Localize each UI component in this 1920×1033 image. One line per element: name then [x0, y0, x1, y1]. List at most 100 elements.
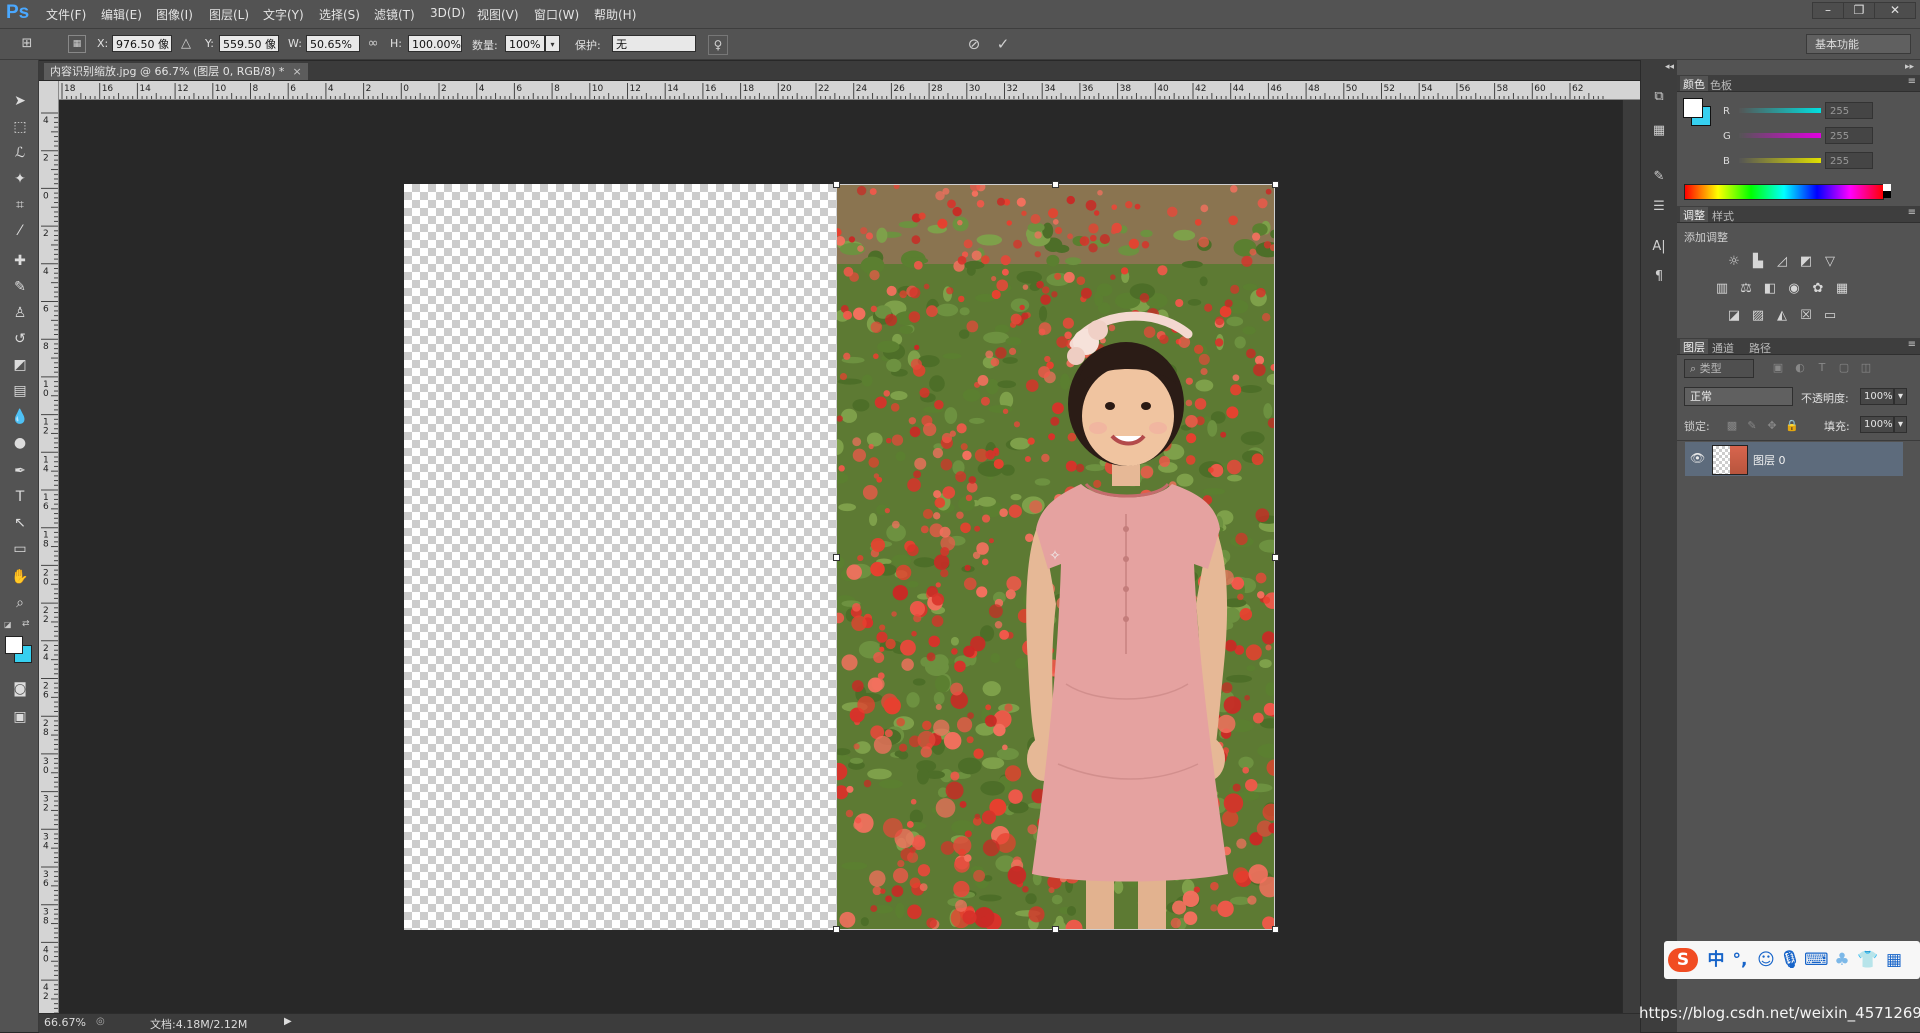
fill-field[interactable]: 100% [1860, 416, 1894, 433]
amount-dropdown-icon[interactable]: ▾ [545, 35, 560, 52]
collapse-panels-icon[interactable]: ▸▸ [1905, 62, 1914, 72]
vertical-ruler[interactable]: 4202468101214161820222426283032343638404… [39, 81, 59, 1013]
invert-icon[interactable]: ◪ [1725, 308, 1743, 324]
menu-view[interactable]: 视图(V) [477, 6, 519, 23]
brush-tool-icon[interactable]: ✎ [8, 276, 32, 298]
curves-icon[interactable]: ◿ [1773, 254, 1791, 270]
filter-adjustment-icon[interactable]: ◐ [1791, 360, 1809, 376]
brightness-contrast-icon[interactable]: ☼ [1725, 254, 1743, 270]
g-slider[interactable] [1739, 133, 1821, 138]
tool-preset-icon[interactable]: ⊞ [18, 35, 36, 53]
menu-filter[interactable]: 滤镜(T) [374, 6, 415, 23]
tab-paths[interactable]: 路径 [1749, 340, 1771, 356]
transform-handle-bottom-right[interactable] [1272, 926, 1279, 933]
toolbox-grid-icon[interactable]: ▦ [1882, 948, 1906, 972]
layer-thumbnail[interactable] [1712, 445, 1748, 475]
screen-mode-icon[interactable]: ▣ [8, 706, 32, 728]
history-panel-icon[interactable]: ⧉ [1648, 86, 1670, 108]
zoom-tool-icon[interactable]: ⌕ [8, 592, 32, 614]
shirt-icon[interactable]: 👕 [1856, 948, 1880, 972]
g-value[interactable]: 255 [1825, 127, 1873, 144]
color-panel-menu-icon[interactable]: ≡ [1908, 76, 1916, 87]
eyedropper-tool-icon[interactable]: ⁄ [8, 220, 32, 242]
fill-dropdown-icon[interactable]: ▾ [1894, 416, 1907, 433]
collapse-strip-icon[interactable]: ◂◂ [1665, 62, 1674, 72]
menu-type[interactable]: 文字(Y) [263, 6, 304, 23]
horizontal-ruler[interactable]: 18 16 14 12 10 8 6 4 2 0 2 4 6 8 10 12 14 16 18 20 22 24 26 28 3… [58, 81, 1640, 100]
levels-icon[interactable]: ▙ [1749, 254, 1767, 270]
filter-shape-icon[interactable]: ▢ [1835, 360, 1853, 376]
threshold-icon[interactable]: ◭ [1773, 308, 1791, 324]
delta-icon[interactable]: △ [177, 35, 195, 53]
link-icon[interactable]: ∞ [364, 35, 382, 53]
character-panel-icon[interactable]: A| [1648, 236, 1670, 258]
layer-filter-select[interactable]: ⌕ 类型 [1684, 359, 1754, 378]
menu-window[interactable]: 窗口(W) [534, 6, 579, 23]
close-window-button[interactable]: ✕ [1874, 2, 1916, 19]
spectrum-white-chip[interactable] [1883, 184, 1891, 191]
transform-handle-bottom-left[interactable] [833, 926, 840, 933]
layer-name[interactable]: 图层 0 [1753, 452, 1786, 468]
lock-position-icon[interactable]: ✥ [1763, 418, 1781, 434]
foreground-color-swatch[interactable] [5, 636, 23, 654]
input-mode-chinese[interactable]: 中 [1704, 948, 1728, 972]
opacity-field[interactable]: 100% [1860, 388, 1894, 405]
menu-layer[interactable]: 图层(L) [209, 6, 249, 23]
paragraph-panel-icon[interactable]: ¶ [1648, 266, 1670, 288]
exposure-icon[interactable]: ◩ [1797, 254, 1815, 270]
document-tab[interactable]: 内容识别缩放.jpg @ 66.7% (图层 0, RGB/8) * × [44, 63, 308, 80]
brush-panel-icon[interactable]: ✎ [1648, 166, 1670, 188]
amount-field[interactable]: 100% [505, 35, 545, 52]
marquee-tool-icon[interactable]: ⬚ [8, 116, 32, 138]
gradient-tool-icon[interactable]: ▤ [8, 380, 32, 402]
protect-select[interactable]: 无 [612, 35, 696, 52]
hand-tool-icon[interactable]: ✋ [8, 566, 32, 588]
swap-colors-icon[interactable]: ⇄ [22, 619, 32, 629]
tab-adjustments[interactable]: 调整 [1680, 207, 1708, 222]
keyboard-icon[interactable]: ⌨ [1804, 948, 1829, 972]
color-panel-foreground-swatch[interactable] [1683, 98, 1703, 118]
lock-transparency-icon[interactable]: ▩ [1723, 418, 1741, 434]
default-colors-icon[interactable]: ◪ [4, 620, 14, 630]
r-value[interactable]: 255 [1825, 102, 1873, 119]
punctuation-icon[interactable]: °, [1728, 948, 1752, 972]
tab-color[interactable]: 颜色 [1680, 76, 1708, 91]
transform-handle-top-left[interactable] [833, 181, 840, 188]
w-field[interactable]: 50.65% [306, 35, 360, 52]
shape-tool-icon[interactable]: ▭ [8, 538, 32, 560]
reference-point-icon[interactable]: ▦ [68, 35, 86, 53]
type-tool-icon[interactable]: T [8, 486, 32, 508]
selective-color-icon[interactable]: ☒ [1797, 308, 1815, 324]
spectrum-black-chip[interactable] [1883, 191, 1891, 198]
transparent-canvas-region[interactable] [404, 184, 836, 930]
gradient-map-icon[interactable]: ▭ [1821, 308, 1839, 324]
menu-edit[interactable]: 编辑(E) [101, 6, 142, 23]
layer-visibility-eye-icon[interactable]: 👁 [1690, 451, 1705, 465]
commit-transform-icon[interactable]: ✓ [994, 35, 1012, 53]
layers-panel-menu-icon[interactable]: ≡ [1908, 339, 1916, 350]
brush-presets-icon[interactable]: ☰ [1648, 196, 1670, 218]
color-spectrum-bar[interactable] [1684, 184, 1884, 200]
move-tool-icon[interactable]: ➤ [8, 90, 32, 112]
layer-row[interactable]: 👁 图层 0 [1685, 442, 1903, 476]
dodge-tool-icon[interactable]: ● [8, 432, 32, 454]
eraser-tool-icon[interactable]: ◩ [8, 354, 32, 376]
adjustments-panel-menu-icon[interactable]: ≡ [1908, 207, 1916, 218]
tab-swatches[interactable]: 色板 [1710, 77, 1732, 93]
blur-tool-icon[interactable]: 💧 [8, 406, 32, 428]
x-field[interactable]: 976.50 像 [112, 35, 172, 52]
filter-smart-icon[interactable]: ◫ [1857, 360, 1875, 376]
voice-input-icon[interactable]: 🎙 [1778, 948, 1802, 972]
transform-handle-top-right[interactable] [1272, 181, 1279, 188]
vibrance-icon[interactable]: ▽ [1821, 254, 1839, 270]
healing-brush-tool-icon[interactable]: ✚ [8, 250, 32, 272]
restore-button[interactable]: ❐ [1843, 2, 1875, 19]
r-slider[interactable] [1739, 108, 1821, 113]
menu-3d[interactable]: 3D(D) [430, 6, 465, 20]
menu-select[interactable]: 选择(S) [319, 6, 360, 23]
transform-handle-right[interactable] [1272, 554, 1279, 561]
close-tab-icon[interactable]: × [292, 65, 301, 78]
path-selection-tool-icon[interactable]: ↖ [8, 512, 32, 534]
h-field[interactable]: 100.00% [408, 35, 462, 52]
tab-channels[interactable]: 通道 [1712, 340, 1734, 356]
